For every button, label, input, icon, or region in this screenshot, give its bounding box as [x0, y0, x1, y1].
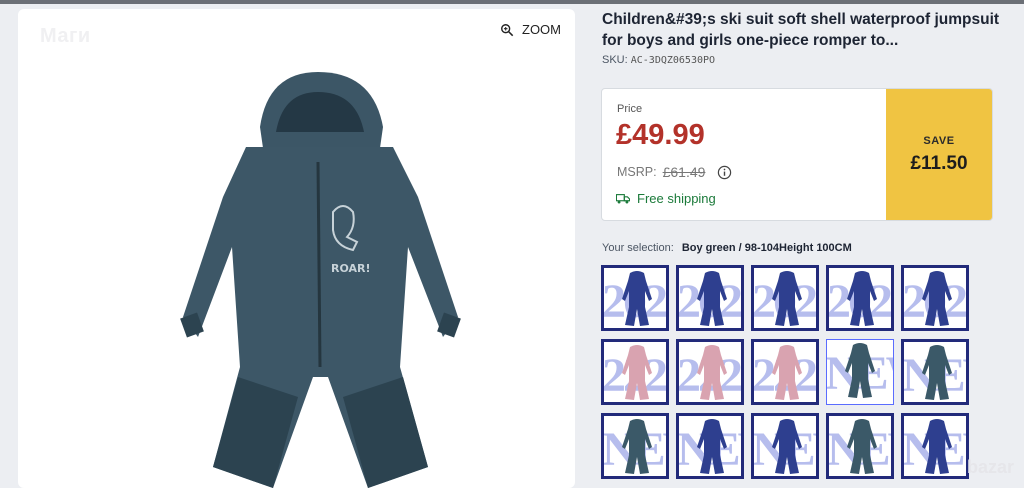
selection-summary: Your selection: Boy green / 98-104Height… [602, 242, 852, 254]
info-icon[interactable] [717, 165, 732, 180]
variant-thumbnail[interactable]: 2020 [601, 265, 669, 331]
sku-code: AC-3DQZ06530PO [630, 55, 716, 66]
suit-thumbnail-image [697, 271, 727, 326]
variant-thumbnail[interactable]: 2020 [676, 265, 744, 331]
variant-thumbnail[interactable]: 2222 [601, 339, 669, 405]
variant-thumbnail[interactable]: NEW [901, 339, 969, 405]
product-sku: SKU: AC-3DQZ06530PO [602, 54, 715, 66]
suit-thumbnail-image [772, 271, 802, 326]
suit-thumbnail-image [622, 271, 652, 326]
msrp-row: MSRP: £61.49 [617, 164, 732, 180]
shipping-row: Free shipping [616, 191, 716, 206]
price-card: Price £49.99 MSRP: £61.49 Free shipping … [601, 88, 993, 221]
product-main-image: ROAR! [180, 72, 461, 488]
truck-icon [616, 193, 630, 203]
suit-thumbnail-image [922, 271, 952, 326]
suit-thumbnail-image [772, 345, 802, 400]
variant-thumbnail[interactable]: 2222 [676, 339, 744, 405]
suit-thumbnail-image [922, 345, 952, 400]
sku-label: SKU: [602, 54, 628, 66]
suit-thumbnail-image [845, 343, 875, 398]
selection-value: Boy green / 98-104Height 100CM [681, 242, 852, 254]
svg-text:ROAR!: ROAR! [331, 262, 371, 275]
price-label: Price [617, 103, 643, 115]
suit-thumbnail-image [847, 271, 877, 326]
suit-thumbnail-image [622, 345, 652, 400]
suit-thumbnail-image [847, 419, 877, 474]
variant-thumbnail[interactable]: NEW [826, 413, 894, 479]
variant-thumbnail[interactable]: NEW [826, 339, 894, 405]
variant-thumbnail[interactable]: 2020 [901, 265, 969, 331]
variant-thumbnail[interactable]: NEW [676, 413, 744, 479]
suit-thumbnail-image [772, 419, 802, 474]
variant-thumbnail[interactable]: 2222 [751, 339, 819, 405]
msrp-value: £61.49 [662, 164, 706, 180]
zoom-icon [501, 23, 514, 36]
suit-thumbnail-image [922, 419, 952, 474]
shipping-label: Free shipping [637, 191, 716, 206]
variant-thumbnail[interactable]: NEW [601, 413, 669, 479]
product-image-card: Маги ZOOM ROAR! [18, 9, 575, 488]
image-watermark: Маги [40, 25, 91, 47]
variant-thumbnail-grid: 20202020202020202020222222222222NEWNEWNE… [601, 265, 969, 479]
price-value: £49.99 [616, 119, 705, 151]
zoom-button[interactable]: ZOOM [500, 22, 561, 37]
msrp-label: MSRP: [617, 165, 657, 179]
site-watermark: bazar [966, 457, 1014, 477]
save-box: SAVE £11.50 [886, 89, 992, 220]
product-title: Children&#39;s ski suit soft shell water… [602, 11, 1000, 49]
variant-thumbnail[interactable]: NEW [751, 413, 819, 479]
suit-thumbnail-image [622, 419, 652, 474]
zoom-label: ZOOM [522, 22, 561, 37]
selection-label: Your selection: [602, 242, 674, 254]
variant-thumbnail[interactable]: 2020 [751, 265, 819, 331]
variant-thumbnail[interactable]: NEW [901, 413, 969, 479]
variant-thumbnail[interactable]: 2020 [826, 265, 894, 331]
save-value: £11.50 [910, 152, 968, 174]
suit-thumbnail-image [697, 345, 727, 400]
suit-thumbnail-image [697, 419, 727, 474]
save-label: SAVE [923, 134, 955, 147]
top-bar [0, 0, 1024, 4]
